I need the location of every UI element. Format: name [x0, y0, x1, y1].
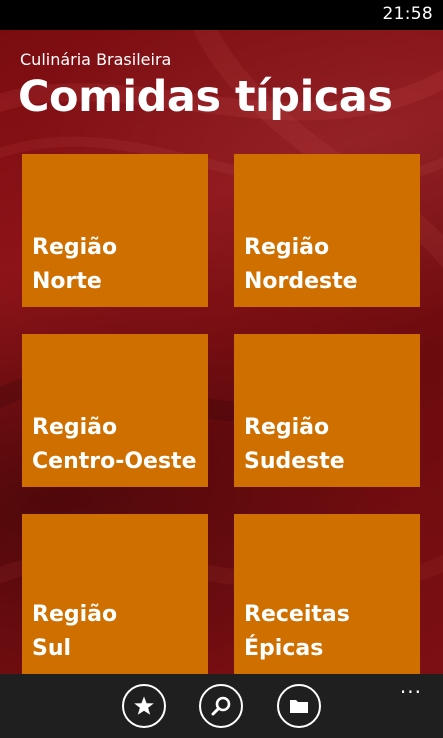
- app-name: Culinária Brasileira: [20, 50, 172, 69]
- tile-label-line2: Centro-Oeste: [32, 449, 197, 474]
- application-bar: ...: [0, 674, 443, 738]
- star-icon: [134, 696, 154, 715]
- tile-label: Região Sudeste: [244, 411, 345, 479]
- tile-label: Receitas Épicas: [244, 598, 350, 666]
- status-time: 21:58: [382, 4, 433, 24]
- app-background: Culinária Brasileira Comidas típicas Reg…: [0, 30, 443, 674]
- tile-label-line2: Norte: [32, 269, 102, 294]
- tile-label: Região Centro-Oeste: [32, 411, 197, 479]
- tile-label-line1: Região: [244, 415, 330, 440]
- folder-icon: [290, 700, 308, 713]
- tile-label-line2: Épicas: [244, 636, 324, 661]
- tile-label-line2: Nordeste: [244, 269, 358, 294]
- tile-label-line2: Sul: [32, 636, 72, 661]
- tile-label-line2: Sudeste: [244, 449, 345, 474]
- tile-label: Região Norte: [32, 231, 117, 299]
- search-icon: [211, 696, 231, 716]
- tile-regiao-centro-oeste[interactable]: Região Centro-Oeste: [22, 334, 208, 487]
- tile-regiao-sul[interactable]: Região Sul: [22, 514, 208, 674]
- tile-label-line1: Região: [244, 235, 330, 260]
- tile-label-line1: Região: [32, 235, 118, 260]
- tile-label-line1: Região: [32, 602, 118, 627]
- tile-label: Região Sul: [32, 598, 117, 666]
- page-title: Comidas típicas: [18, 72, 393, 122]
- tile-regiao-norte[interactable]: Região Norte: [22, 154, 208, 307]
- more-options-button[interactable]: ...: [400, 676, 422, 696]
- tile-label-line1: Receitas: [244, 602, 350, 627]
- favorites-button[interactable]: [122, 684, 166, 728]
- status-bar: 21:58: [0, 0, 443, 30]
- tile-label-line1: Região: [32, 415, 118, 440]
- folder-button[interactable]: [277, 684, 321, 728]
- tile-label: Região Nordeste: [244, 231, 358, 299]
- tile-regiao-sudeste[interactable]: Região Sudeste: [234, 334, 420, 487]
- tile-regiao-nordeste[interactable]: Região Nordeste: [234, 154, 420, 307]
- tile-receitas-epicas[interactable]: Receitas Épicas: [234, 514, 420, 674]
- search-button[interactable]: [199, 684, 243, 728]
